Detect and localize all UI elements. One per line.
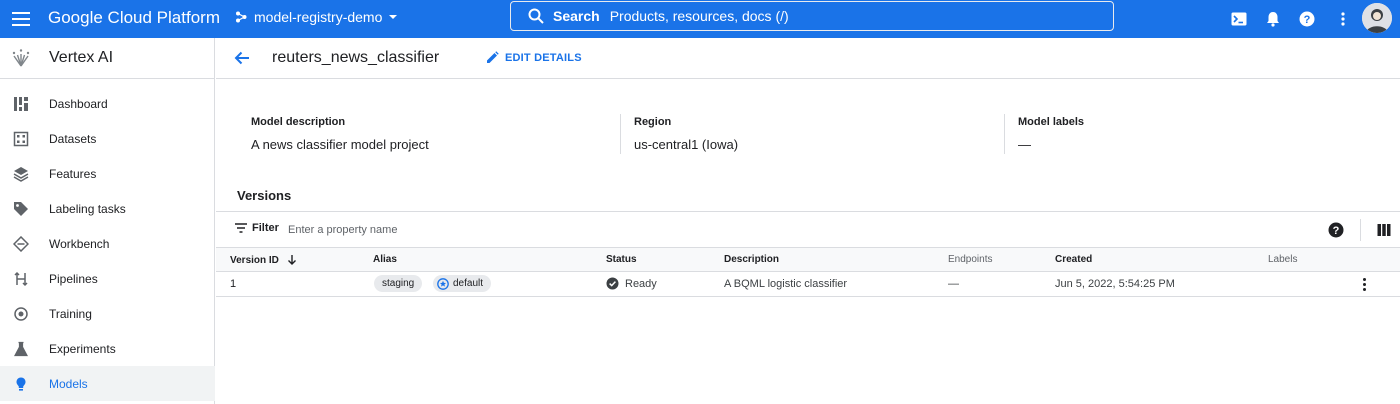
sidebar-item-label: Models — [49, 376, 88, 391]
sidebar-nav: Vertex AI Dashboard Datasets Features La… — [0, 38, 215, 404]
filter-label: Filter — [252, 222, 279, 234]
features-icon — [12, 165, 30, 183]
model-description-value: A news classifier model project — [251, 137, 429, 152]
hamburger-menu-icon[interactable] — [12, 8, 34, 30]
edit-details-label: EDIT DETAILS — [505, 51, 582, 64]
alias-chip-default[interactable]: default — [433, 275, 492, 292]
vertex-ai-logo-icon — [12, 49, 30, 67]
notifications-bell-icon[interactable] — [1263, 9, 1283, 29]
help-circle-icon[interactable]: ? — [1328, 222, 1344, 238]
flask-icon — [12, 340, 30, 358]
page-title: reuters_news_classifier — [272, 49, 440, 66]
back-arrow-icon[interactable] — [232, 48, 252, 68]
filter-bar: Filter ? — [216, 211, 1400, 248]
page-header: reuters_news_classifier EDIT DETAILS — [216, 38, 1400, 79]
alias-chip-label: default — [453, 278, 484, 289]
svg-text:?: ? — [1304, 14, 1311, 26]
sidebar-item-experiments[interactable]: Experiments — [0, 331, 215, 366]
sidebar-item-models[interactable]: Models — [0, 366, 215, 401]
cell-endpoints: — — [948, 278, 959, 290]
sidebar-item-label: Features — [49, 166, 97, 181]
region-value: us-central1 (Iowa) — [634, 137, 739, 152]
pipelines-icon — [12, 270, 30, 288]
model-description-block: Model description A news classifier mode… — [251, 116, 429, 152]
divider — [1360, 219, 1361, 241]
divider — [620, 114, 621, 154]
sidebar-item-training[interactable]: Training — [0, 296, 215, 331]
model-description-label: Model description — [251, 116, 346, 128]
alias-chip-staging[interactable]: staging — [374, 275, 423, 292]
help-icon[interactable]: ? — [1297, 9, 1317, 29]
search-icon — [528, 8, 544, 24]
project-name: model-registry-demo — [254, 9, 383, 25]
sidebar-item-label: Training — [49, 306, 92, 321]
model-labels-value: — — [1018, 137, 1031, 152]
pencil-icon — [487, 51, 499, 63]
star-circle-icon — [437, 277, 449, 290]
filter-input[interactable] — [288, 220, 988, 240]
filter-button[interactable]: Filter — [234, 222, 279, 234]
sidebar-item-label: Pipelines — [49, 271, 98, 286]
column-header-endpoints[interactable]: Endpoints — [948, 254, 992, 265]
cell-status: Ready — [606, 277, 657, 290]
sidebar-item-labeling-tasks[interactable]: Labeling tasks — [0, 191, 215, 226]
sidebar-item-label: Experiments — [49, 341, 116, 356]
row-actions-more-vert-icon[interactable] — [1359, 276, 1369, 292]
status-text: Ready — [625, 277, 657, 290]
column-header-alias[interactable]: Alias — [373, 254, 397, 265]
sidebar-item-workbench[interactable]: Workbench — [0, 226, 215, 261]
versions-heading: Versions — [237, 188, 292, 203]
search-placeholder: Products, resources, docs (/) — [609, 8, 789, 24]
region-block: Region us-central1 (Iowa) — [634, 116, 738, 152]
user-avatar[interactable] — [1362, 3, 1392, 33]
svg-text:?: ? — [1333, 225, 1340, 237]
column-header-status[interactable]: Status — [606, 254, 637, 265]
column-header-created[interactable]: Created — [1055, 254, 1092, 265]
sidebar-item-label: Dashboard — [49, 96, 108, 111]
check-circle-icon — [606, 277, 619, 290]
search-label: Search — [553, 8, 600, 24]
main-content: reuters_news_classifier EDIT DETAILS Mod… — [216, 38, 1400, 404]
sidebar-item-datasets[interactable]: Datasets — [0, 121, 215, 156]
column-header-description[interactable]: Description — [724, 254, 779, 265]
brand-title[interactable]: Google Cloud Platform — [48, 8, 220, 28]
sidebar-item-features[interactable]: Features — [0, 156, 215, 191]
sidebar-item-pipelines[interactable]: Pipelines — [0, 261, 215, 296]
label-icon — [12, 200, 30, 218]
cell-description: A BQML logistic classifier — [724, 278, 848, 290]
workbench-icon — [12, 235, 30, 253]
model-labels-block: Model labels — — [1018, 116, 1084, 152]
model-labels-label: Model labels — [1018, 116, 1085, 128]
sidebar-item-label: Datasets — [49, 131, 97, 146]
more-vert-icon[interactable] — [1333, 9, 1353, 29]
column-header-version-id[interactable]: Version ID — [230, 254, 297, 266]
table-row[interactable]: 1 staging default Ready A BQML logistic … — [216, 272, 1400, 297]
sidebar-item-label: Workbench — [49, 236, 110, 251]
lightbulb-icon — [12, 375, 30, 393]
dashboard-icon — [12, 95, 30, 113]
table-header: Version ID Alias Status Description Endp… — [216, 248, 1400, 272]
top-app-bar: Google Cloud Platform model-registry-dem… — [0, 0, 1400, 38]
caret-down-icon — [389, 15, 398, 19]
region-label: Region — [634, 116, 672, 128]
filter-list-icon — [235, 223, 247, 233]
column-header-label: Version ID — [230, 254, 279, 266]
sidebar-item-label: Labeling tasks — [49, 201, 126, 216]
column-display-icon[interactable] — [1377, 223, 1391, 237]
sidebar-header: Vertex AI — [0, 38, 214, 79]
project-selector[interactable]: model-registry-demo — [234, 9, 398, 25]
training-icon — [12, 305, 30, 323]
cloud-shell-icon[interactable] — [1229, 9, 1249, 29]
datasets-icon — [12, 130, 30, 148]
cell-version-id: 1 — [230, 278, 237, 290]
edit-details-button[interactable]: EDIT DETAILS — [486, 51, 582, 64]
sidebar-title: Vertex AI — [49, 49, 114, 66]
divider — [1004, 114, 1005, 154]
arrow-down-icon — [287, 255, 296, 265]
cell-created: Jun 5, 2022, 5:54:25 PM — [1055, 278, 1175, 290]
sidebar-item-dashboard[interactable]: Dashboard — [0, 86, 215, 121]
search-bar[interactable]: Search Products, resources, docs (/) — [510, 1, 1114, 31]
project-hub-icon — [236, 11, 247, 23]
column-header-labels[interactable]: Labels — [1268, 254, 1297, 265]
